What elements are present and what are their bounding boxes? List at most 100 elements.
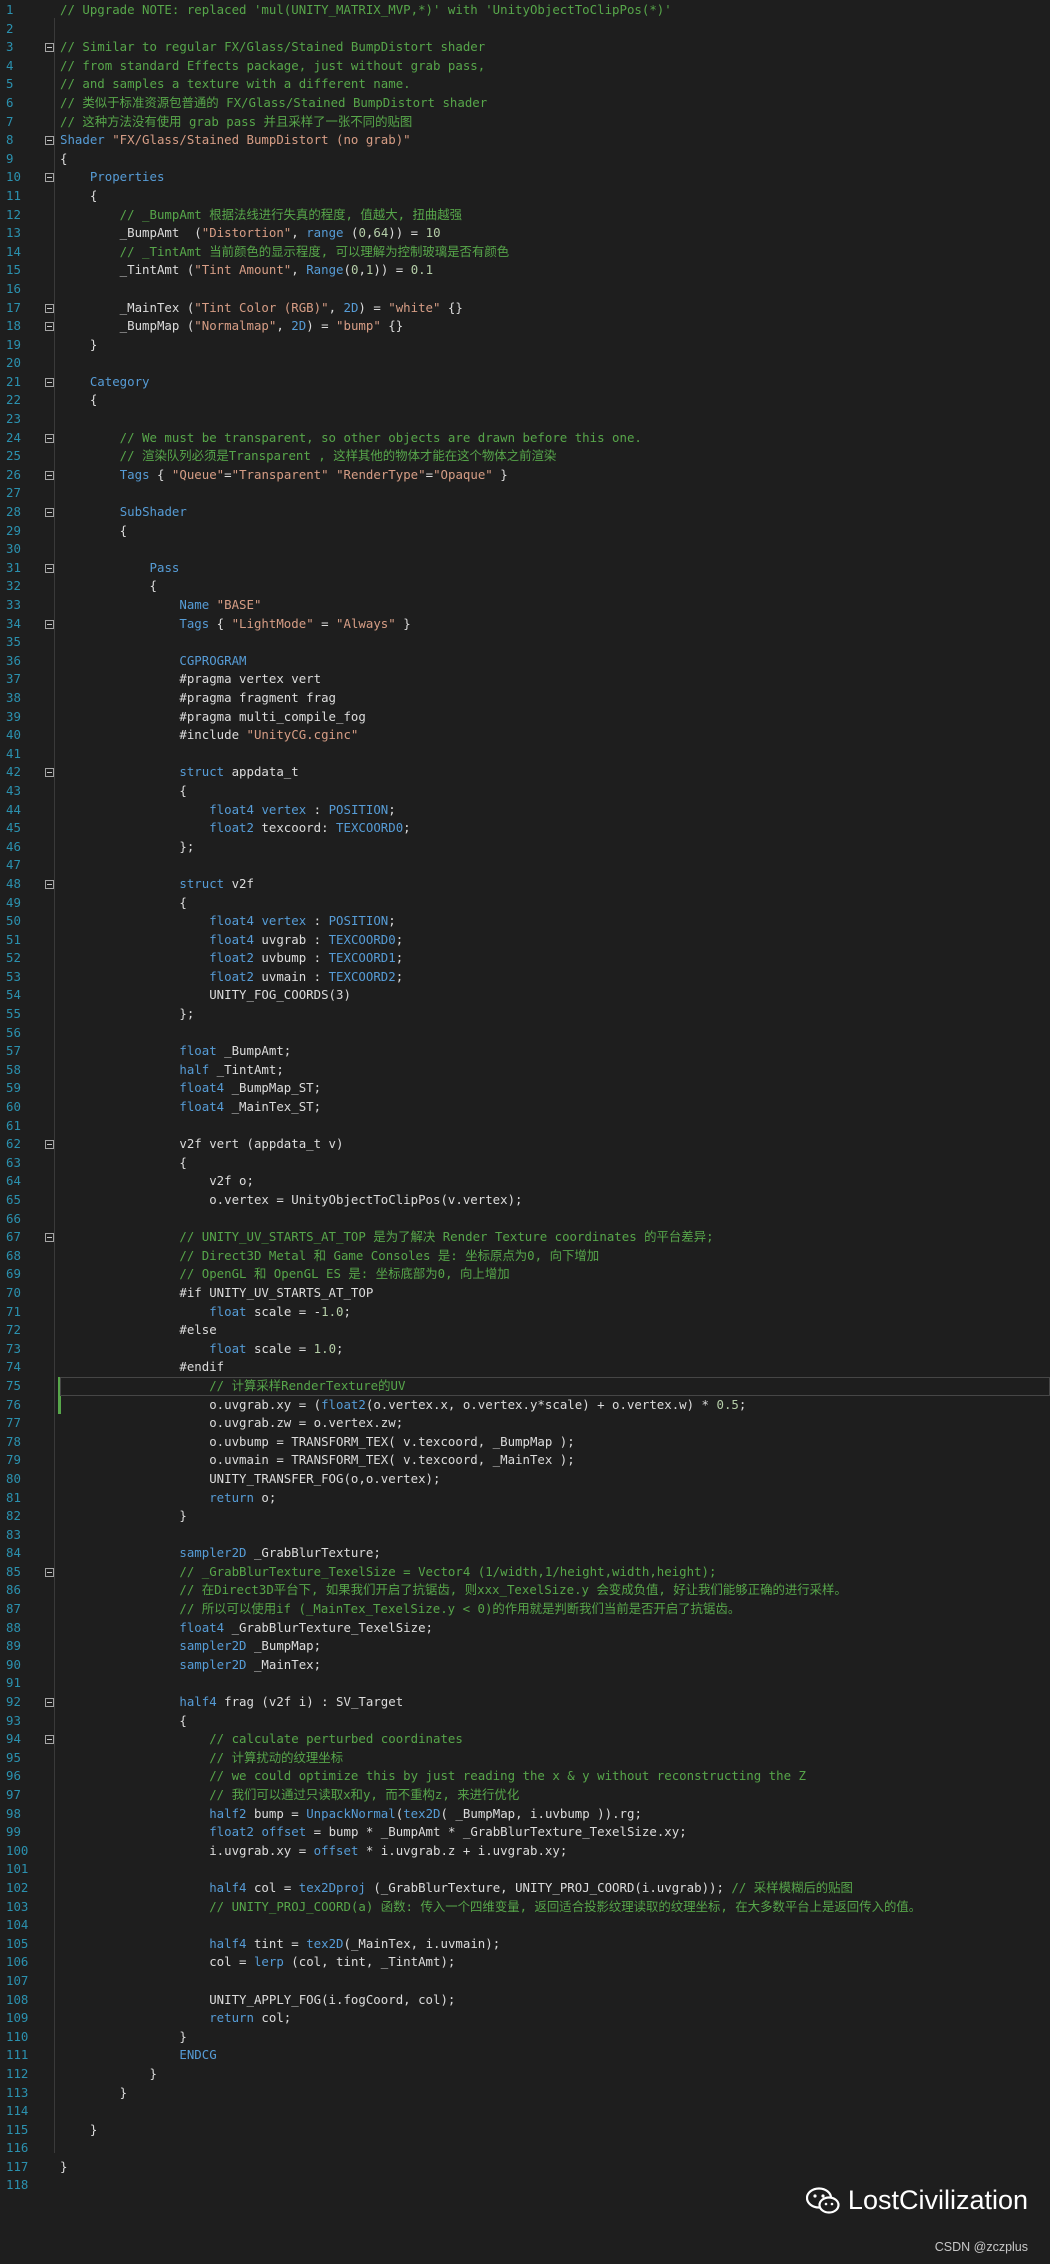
code-text[interactable]: { [60,782,1050,801]
code-line[interactable]: 98 half2 bump = UnpackNormal(tex2D( _Bum… [0,1805,1050,1824]
code-line[interactable]: 80 UNITY_TRANSFER_FOG(o,o.vertex); [0,1470,1050,1489]
code-line[interactable]: 106 col = lerp (col, tint, _TintAmt); [0,1953,1050,1972]
code-line[interactable]: 8 Shader "FX/Glass/Stained BumpDistort (n… [0,131,1050,150]
code-line[interactable]: 31 Pass [0,559,1050,578]
code-text[interactable]: return col; [60,2009,1050,2028]
code-text[interactable]: // _TintAmt 当前颜色的显示程度, 可以理解为控制玻璃是否有颜色 [60,243,1050,262]
code-line[interactable]: 66 [0,1210,1050,1229]
code-text[interactable]: float4 _MainTex_ST; [60,1098,1050,1117]
code-line[interactable]: 77 o.uvgrab.zw = o.vertex.zw; [0,1414,1050,1433]
code-line[interactable]: 102 half4 col = tex2Dproj (_GrabBlurText… [0,1879,1050,1898]
code-text[interactable]: }; [60,838,1050,857]
code-text[interactable]: #include "UnityCG.cginc" [60,726,1050,745]
code-text[interactable]: float4 vertex : POSITION; [60,801,1050,820]
code-line[interactable]: 17 _MainTex ("Tint Color (RGB)", 2D) = "… [0,299,1050,318]
code-text[interactable]: v2f vert (appdata_t v) [60,1135,1050,1154]
code-line[interactable]: 43 { [0,782,1050,801]
code-line[interactable]: 105 half4 tint = tex2D(_MainTex, i.uvmai… [0,1935,1050,1954]
code-line[interactable]: 107 [0,1972,1050,1991]
code-line[interactable]: 50 float4 vertex : POSITION; [0,912,1050,931]
code-line[interactable]: 46 }; [0,838,1050,857]
code-line[interactable]: 86 // 在Direct3D平台下, 如果我们开启了抗锯齿, 则xxx_Tex… [0,1581,1050,1600]
code-text[interactable]: half4 frag (v2f i) : SV_Target [60,1693,1050,1712]
code-text[interactable]: float scale = -1.0; [60,1303,1050,1322]
code-line[interactable]: 112 } [0,2065,1050,2084]
code-line[interactable]: 100 i.uvgrab.xy = offset * i.uvgrab.z + … [0,1842,1050,1861]
code-text[interactable]: Category [60,373,1050,392]
code-editor[interactable]: 1 // Upgrade NOTE: replaced 'mul(UNITY_MA… [0,0,1050,2264]
code-text[interactable]: // Upgrade NOTE: replaced 'mul(UNITY_MAT… [60,1,1050,20]
fold-toggle-icon[interactable] [45,1567,54,1577]
code-text[interactable]: sampler2D _GrabBlurTexture; [60,1544,1050,1563]
code-text[interactable]: #pragma fragment frag [60,689,1050,708]
code-text[interactable]: struct v2f [60,875,1050,894]
code-text[interactable]: ENDCG [60,2046,1050,2065]
code-text[interactable]: float2 offset = bump * _BumpAmt * _GrabB… [60,1823,1050,1842]
code-text[interactable]: sampler2D _MainTex; [60,1656,1050,1675]
code-line[interactable]: 30 [0,540,1050,559]
code-text[interactable]: UNITY_APPLY_FOG(i.fogCoord, col); [60,1991,1050,2010]
fold-toggle-icon[interactable] [45,377,54,387]
code-text[interactable]: // 计算扰动的纹理坐标 [60,1749,1050,1768]
code-line[interactable]: 25 // 渲染队列必须是Transparent , 这样其他的物体才能在这个物… [0,447,1050,466]
code-text[interactable]: o.uvbump = TRANSFORM_TEX( v.texcoord, _B… [60,1433,1050,1452]
code-line[interactable]: 19 } [0,336,1050,355]
code-line[interactable]: 68 // Direct3D Metal 和 Game Consoles 是: … [0,1247,1050,1266]
code-text[interactable]: Properties [60,168,1050,187]
code-line[interactable]: 55 }; [0,1005,1050,1024]
code-text[interactable]: float scale = 1.0; [60,1340,1050,1359]
code-line[interactable]: 36 CGPROGRAM [0,652,1050,671]
code-line[interactable]: 83 [0,1526,1050,1545]
code-line[interactable]: 35 [0,633,1050,652]
code-line[interactable]: 94 // calculate perturbed coordinates [0,1730,1050,1749]
code-text[interactable]: UNITY_TRANSFER_FOG(o,o.vertex); [60,1470,1050,1489]
code-line[interactable]: 82 } [0,1507,1050,1526]
code-text[interactable]: // 在Direct3D平台下, 如果我们开启了抗锯齿, 则xxx_TexelS… [60,1581,1050,1600]
code-text[interactable]: { [60,187,1050,206]
code-line[interactable]: 54 UNITY_FOG_COORDS(3) [0,986,1050,1005]
code-text[interactable]: half _TintAmt; [60,1061,1050,1080]
code-line[interactable]: 53 float2 uvmain : TEXCOORD2; [0,968,1050,987]
code-text[interactable]: // 类似于标准资源包普通的 FX/Glass/Stained BumpDist… [60,94,1050,113]
code-text[interactable]: UNITY_FOG_COORDS(3) [60,986,1050,1005]
code-text[interactable]: } [60,336,1050,355]
code-line[interactable]: 64 v2f o; [0,1172,1050,1191]
code-line[interactable]: 13 _BumpAmt ("Distortion", range (0,64))… [0,224,1050,243]
code-text[interactable]: #pragma multi_compile_fog [60,708,1050,727]
code-text[interactable]: o.uvmain = TRANSFORM_TEX( v.texcoord, _M… [60,1451,1050,1470]
code-line[interactable]: 56 [0,1024,1050,1043]
code-line[interactable]: 71 float scale = -1.0; [0,1303,1050,1322]
code-line[interactable]: 34 Tags { "LightMode" = "Always" } [0,615,1050,634]
code-text[interactable]: Pass [60,559,1050,578]
code-text[interactable]: // OpenGL 和 OpenGL ES 是: 坐标底部为0, 向上增加 [60,1265,1050,1284]
fold-toggle-icon[interactable] [45,303,54,313]
code-text[interactable]: } [60,1507,1050,1526]
code-text[interactable]: half2 bump = UnpackNormal(tex2D( _BumpMa… [60,1805,1050,1824]
code-line[interactable]: 95 // 计算扰动的纹理坐标 [0,1749,1050,1768]
code-line[interactable]: 22 { [0,391,1050,410]
code-line[interactable]: 20 [0,354,1050,373]
code-text[interactable]: // Similar to regular FX/Glass/Stained B… [60,38,1050,57]
code-line[interactable]: 65 o.vertex = UnityObjectToClipPos(v.ver… [0,1191,1050,1210]
code-line[interactable]: 21 Category [0,373,1050,392]
code-line[interactable]: 69 // OpenGL 和 OpenGL ES 是: 坐标底部为0, 向上增加 [0,1265,1050,1284]
code-line[interactable]: 40 #include "UnityCG.cginc" [0,726,1050,745]
code-text[interactable]: o.vertex = UnityObjectToClipPos(v.vertex… [60,1191,1050,1210]
code-text[interactable]: o.uvgrab.zw = o.vertex.zw; [60,1414,1050,1433]
code-text[interactable]: half4 col = tex2Dproj (_GrabBlurTexture,… [60,1879,1050,1898]
code-line[interactable]: 78 o.uvbump = TRANSFORM_TEX( v.texcoord,… [0,1433,1050,1452]
code-line[interactable]: 81 return o; [0,1489,1050,1508]
code-line[interactable]: 16 [0,280,1050,299]
code-text[interactable]: { [60,1712,1050,1731]
code-text[interactable]: float2 uvmain : TEXCOORD2; [60,968,1050,987]
code-line[interactable]: 24 // We must be transparent, so other o… [0,429,1050,448]
code-text[interactable]: float4 _GrabBlurTexture_TexelSize; [60,1619,1050,1638]
code-text[interactable]: col = lerp (col, tint, _TintAmt); [60,1953,1050,1972]
code-line[interactable]: 62 v2f vert (appdata_t v) [0,1135,1050,1154]
code-text[interactable]: { [60,391,1050,410]
code-text[interactable]: half4 tint = tex2D(_MainTex, i.uvmain); [60,1935,1050,1954]
code-line[interactable]: 61 [0,1117,1050,1136]
code-text[interactable]: float2 texcoord: TEXCOORD0; [60,819,1050,838]
code-line[interactable]: 70 #if UNITY_UV_STARTS_AT_TOP [0,1284,1050,1303]
code-line[interactable]: 2 [0,20,1050,39]
